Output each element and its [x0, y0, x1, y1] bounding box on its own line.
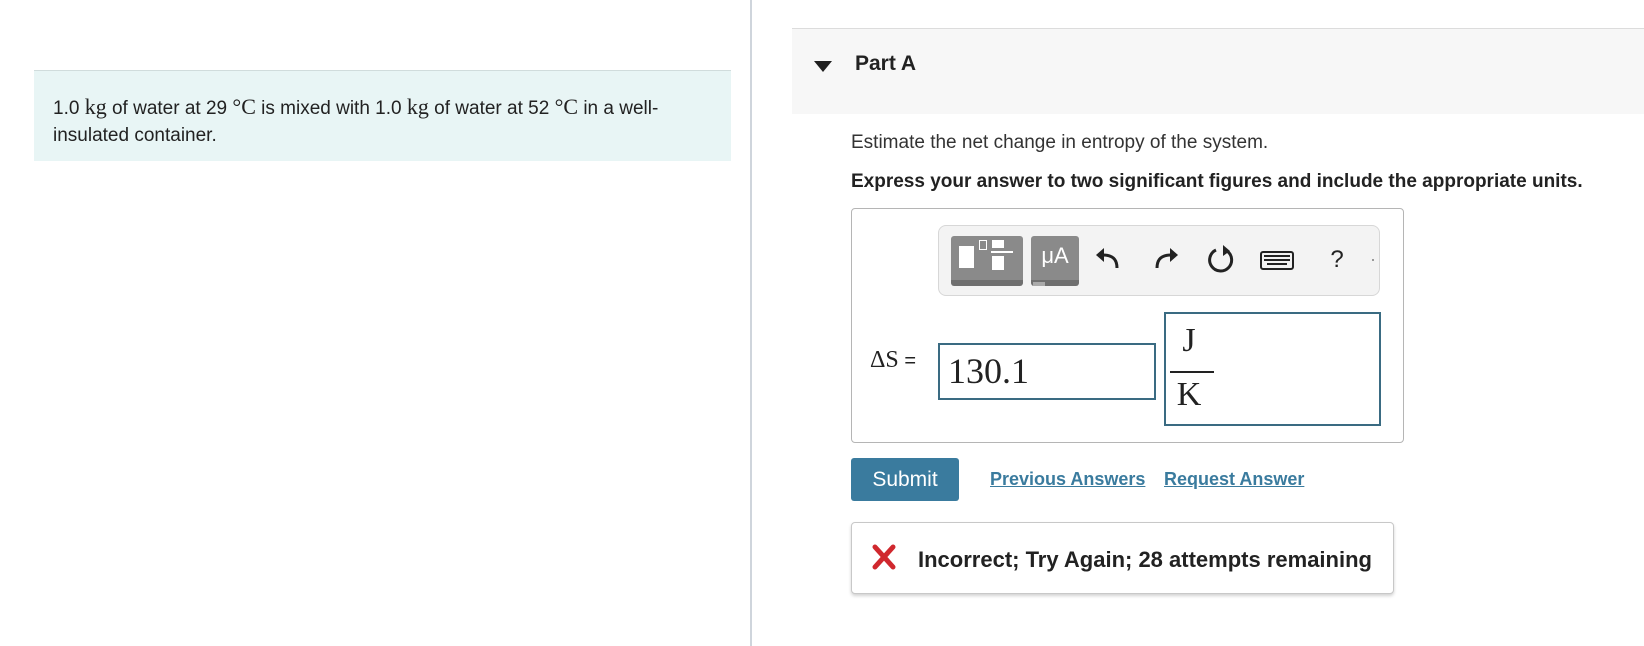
keyboard-icon[interactable]: [1259, 242, 1295, 278]
math-toolbar: μA ?: [938, 225, 1380, 296]
mass-unit: kg: [84, 94, 107, 119]
temp-unit: °C: [554, 94, 579, 119]
previous-answers-link[interactable]: Previous Answers: [990, 469, 1145, 490]
mass-unit: kg: [406, 94, 429, 119]
redo-icon[interactable]: [1147, 242, 1183, 278]
toolbar-more-icon[interactable]: [1372, 259, 1374, 261]
reset-icon[interactable]: [1203, 242, 1239, 278]
collapse-caret-icon[interactable]: [814, 61, 832, 72]
equals-sign: =: [898, 350, 917, 372]
submit-button[interactable]: Submit: [851, 458, 959, 501]
mu-a-icon[interactable]: μA: [1031, 236, 1079, 286]
temp-unit: °C: [232, 94, 256, 119]
unit-denominator: K: [1176, 376, 1202, 413]
answer-box: μA ? ΔS = 130.1 J K: [851, 208, 1404, 443]
problem-statement: 1.0 kg of water at 29 °C is mixed with 1…: [34, 70, 731, 161]
question-prompt: Estimate the net change in entropy of th…: [851, 132, 1269, 153]
panel-divider: [750, 0, 752, 646]
problem-text-2: is mixed with 1.0: [255, 98, 407, 119]
problem-text-1: of water at 29: [106, 98, 233, 119]
answer-label: ΔS =: [870, 347, 916, 374]
templates-icon[interactable]: [951, 236, 1023, 286]
feedback-text: Incorrect; Try Again; 28 attempts remain…: [918, 547, 1372, 572]
undo-icon[interactable]: [1091, 242, 1127, 278]
incorrect-x-icon: [872, 543, 896, 571]
request-answer-link[interactable]: Request Answer: [1164, 469, 1304, 490]
answer-value-input[interactable]: 130.1: [938, 343, 1156, 400]
feedback-message: Incorrect; Try Again; 28 attempts remain…: [851, 522, 1394, 594]
problem-text-3: of water at 52: [428, 98, 555, 119]
part-title: Part A: [855, 52, 917, 75]
mass-1-value: 1.0: [53, 98, 80, 119]
answer-units-input[interactable]: J K: [1164, 312, 1381, 426]
answer-instruction: Express your answer to two significant f…: [851, 171, 1583, 192]
help-icon[interactable]: ?: [1319, 242, 1355, 278]
unit-numerator: J: [1182, 322, 1196, 359]
fraction-bar: [1170, 371, 1214, 373]
mu-a-label: μA: [1041, 243, 1069, 268]
answer-variable: ΔS: [870, 347, 899, 373]
part-header[interactable]: Part A: [792, 28, 1644, 114]
